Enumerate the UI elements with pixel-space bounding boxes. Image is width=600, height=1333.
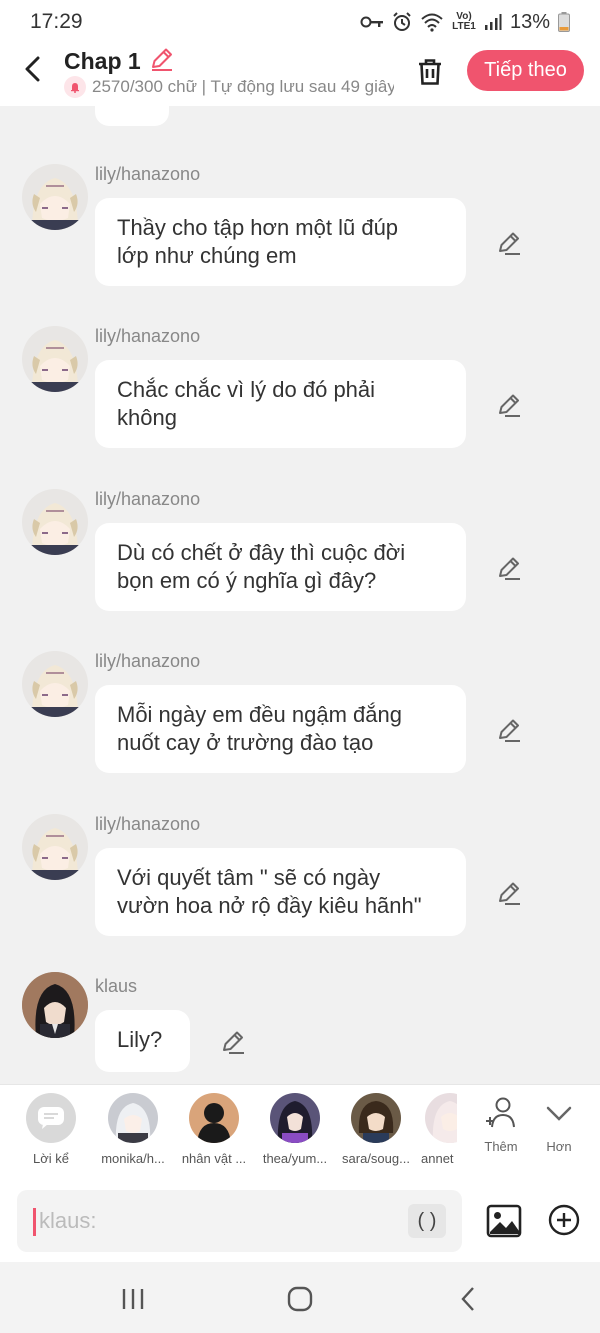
message-bubble[interactable]: Chắc chắc vì lý do đó phải không: [95, 360, 466, 448]
message-username: lily/hanazono: [95, 164, 201, 184]
back-arrow-icon: [461, 1287, 474, 1311]
pencil-icon: [499, 882, 520, 905]
message-text: Lily?: [117, 1027, 163, 1052]
message-input-box[interactable]: ( ): [17, 1190, 462, 1252]
message-text: Mỗi ngày em đều ngậm đắng nuốt cay ở trư…: [117, 702, 402, 755]
edit-message-button[interactable]: [220, 1029, 246, 1055]
edit-message-button[interactable]: [496, 555, 522, 581]
edit-message-button[interactable]: [496, 717, 522, 743]
input-area: ( ): [0, 1180, 600, 1262]
chapter-title: Chap 1: [64, 48, 141, 74]
pencil-icon: [151, 48, 172, 71]
plus-circle-icon: [548, 1204, 580, 1236]
delete-button[interactable]: [414, 56, 446, 88]
more-label: Hơn: [546, 1139, 572, 1154]
character-label: monika/h...: [101, 1151, 165, 1166]
battery-icon: [558, 12, 570, 32]
message-input[interactable]: [39, 1204, 399, 1238]
signal-icon: [484, 14, 502, 30]
status-time: 17:29: [30, 10, 83, 33]
recent-apps-button[interactable]: [118, 1284, 148, 1314]
avatar: [351, 1093, 401, 1143]
edit-title-button[interactable]: [149, 46, 175, 77]
chevron-down-icon: [546, 1106, 572, 1121]
character-item[interactable]: thea/yum...: [259, 1093, 331, 1166]
message-text: Với quyết tâm " sẽ có ngày vườn hoa nở r…: [117, 865, 422, 918]
avatar[interactable]: [22, 489, 88, 555]
network-label: Vo) LTE1: [452, 11, 476, 32]
message-username: klaus: [95, 976, 138, 996]
avatar[interactable]: [22, 814, 88, 880]
avatar[interactable]: [22, 164, 88, 230]
character-label: sara/soug...: [342, 1151, 410, 1166]
word-count-autosave-status: 2570/300 chữ | Tự động lưu sau 49 giây: [92, 77, 394, 96]
alarm-icon: [393, 12, 411, 31]
more-button[interactable]: Hơn: [531, 1095, 587, 1154]
character-label: annet: [421, 1151, 454, 1166]
message-username: lily/hanazono: [95, 326, 201, 346]
insert-image-button[interactable]: [486, 1204, 522, 1238]
message-bubble[interactable]: Lily?: [95, 1010, 190, 1072]
message-text: Chắc chắc vì lý do đó phải không: [117, 377, 376, 430]
pencil-icon: [223, 1031, 244, 1054]
message-username: lily/hanazono: [95, 814, 201, 834]
avatar: [425, 1093, 457, 1143]
character-item[interactable]: annet: [421, 1093, 457, 1166]
avatar: [108, 1093, 158, 1143]
message-text: Thầy cho tập hơn một lũ đúp lớp như chún…: [117, 215, 399, 268]
back-button[interactable]: [18, 54, 48, 84]
message-bubble[interactable]: Với quyết tâm " sẽ có ngày vườn hoa nở r…: [95, 848, 466, 936]
status-bar: 17:29 Vo) LTE1 13%: [0, 0, 600, 44]
add-person-icon: [486, 1097, 515, 1128]
character-item[interactable]: sara/soug...: [340, 1093, 412, 1166]
text-cursor: [33, 1208, 36, 1236]
message-bubble[interactable]: [95, 106, 169, 126]
vpn-key-icon: [360, 16, 383, 28]
bell-icon: [64, 76, 86, 98]
avatar[interactable]: [22, 326, 88, 392]
home-button[interactable]: [285, 1284, 315, 1314]
add-character-label: Thêm: [484, 1139, 518, 1154]
character-label: nhân vật ...: [181, 1151, 247, 1166]
message-bubble[interactable]: Mỗi ngày em đều ngậm đắng nuốt cay ở trư…: [95, 685, 466, 773]
pencil-icon: [499, 394, 520, 417]
message-bubble[interactable]: Thầy cho tập hơn một lũ đúp lớp như chún…: [95, 198, 466, 286]
message-text: Dù có chết ở đây thì cuộc đời bọn em có …: [117, 540, 406, 593]
battery-percent: 13%: [509, 10, 550, 33]
avatar: [270, 1093, 320, 1143]
message-username: lily/hanazono: [95, 489, 201, 509]
character-label: thea/yum...: [262, 1151, 328, 1166]
message-bubble[interactable]: Dù có chết ở đây thì cuộc đời bọn em có …: [95, 523, 466, 611]
chat-bubble-icon: [26, 1093, 76, 1143]
chat-area[interactable]: lily/hanazono Thầy cho tập hơn một lũ đú…: [0, 106, 600, 1084]
edit-message-button[interactable]: [496, 880, 522, 906]
system-nav-bar: [0, 1262, 600, 1333]
system-back-button[interactable]: [453, 1284, 483, 1314]
avatar[interactable]: [22, 651, 88, 717]
character-label: Lời kể: [33, 1151, 69, 1166]
edit-message-button[interactable]: [496, 392, 522, 418]
pencil-icon: [499, 719, 520, 742]
add-button[interactable]: [548, 1204, 580, 1236]
avatar[interactable]: [22, 972, 88, 1038]
trash-icon: [419, 59, 441, 85]
character-toolbar: Lời kể monika/h... nhân vật ... thea/yum…: [0, 1084, 600, 1180]
edit-message-button[interactable]: [496, 230, 522, 256]
home-icon: [287, 1286, 313, 1312]
recent-apps-icon: [122, 1289, 144, 1309]
pencil-icon: [499, 557, 520, 580]
add-character-button[interactable]: Thêm: [473, 1095, 529, 1154]
avatar: [189, 1093, 239, 1143]
parentheses-button[interactable]: ( ): [408, 1204, 446, 1238]
wifi-icon: [421, 13, 443, 32]
character-item[interactable]: nhân vật ...: [178, 1093, 250, 1166]
next-button[interactable]: Tiếp theo: [467, 50, 584, 91]
image-icon: [486, 1204, 522, 1238]
message-username: lily/hanazono: [95, 651, 201, 671]
character-narrator[interactable]: Lời kể: [15, 1093, 87, 1166]
pencil-icon: [499, 232, 520, 255]
chevron-left-icon: [25, 56, 40, 82]
editor-header: Chap 1 2570/300 chữ | Tự động lưu sau 49…: [0, 44, 600, 106]
character-item[interactable]: monika/h...: [97, 1093, 169, 1166]
